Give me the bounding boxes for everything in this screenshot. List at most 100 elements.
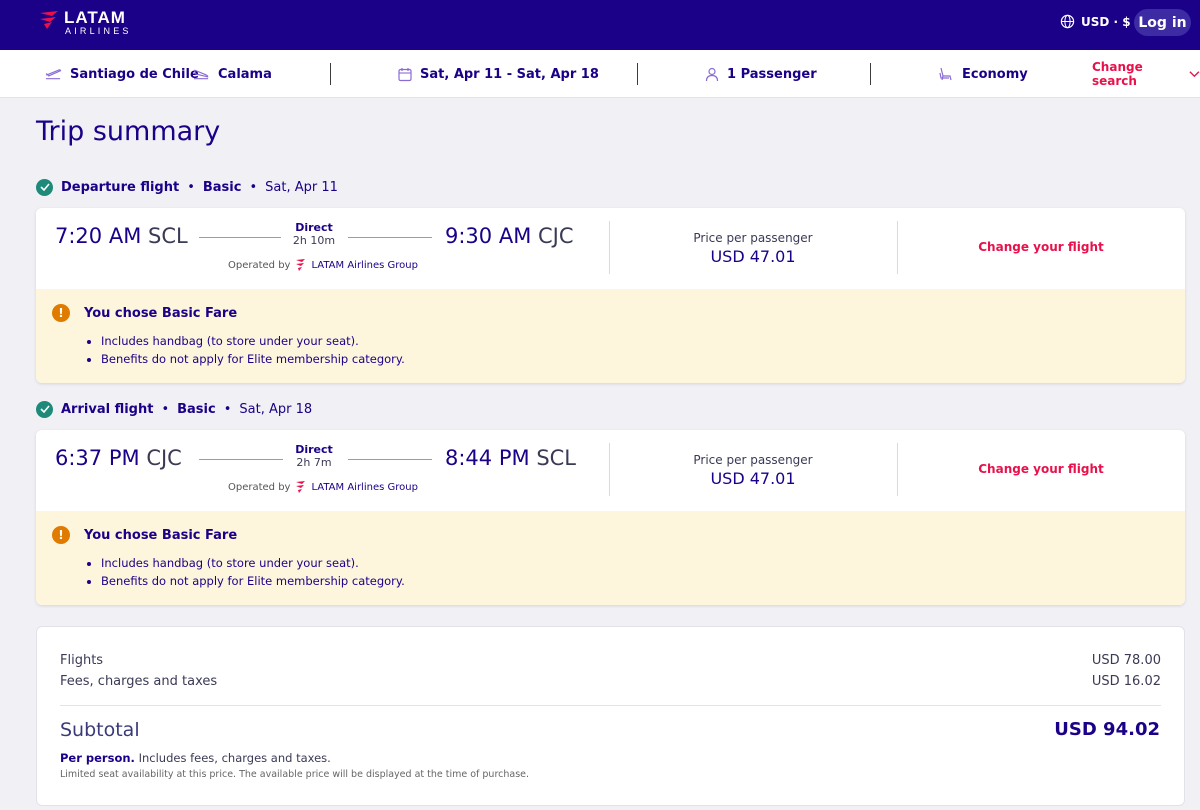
chevron-down-icon	[1189, 71, 1200, 78]
flight-type-label: Departure flight	[61, 179, 180, 195]
departure-time: 7:20 AM SCL	[55, 224, 188, 248]
fare-label: Basic	[202, 179, 242, 195]
direct-label: Direct	[295, 443, 333, 456]
latam-mini-logo-icon	[296, 481, 306, 493]
passengers-label: 1 Passenger	[727, 66, 817, 82]
change-search-button[interactable]: Change search	[1092, 50, 1200, 98]
flight-duration: Direct 2h 10m	[284, 221, 344, 247]
separator-dot: •	[223, 401, 232, 417]
price-summary-card: Flights USD 78.00 Fees, charges and taxe…	[36, 626, 1185, 806]
departure-section-header: Departure flight • Basic • Sat, Apr 11	[36, 177, 338, 197]
origin-field[interactable]: Santiago de Chile	[45, 50, 199, 98]
divider	[637, 63, 638, 85]
price-label: Price per passenger	[693, 231, 813, 245]
airport-code: SCL	[148, 224, 188, 248]
cabin-field[interactable]: Economy	[938, 50, 1028, 98]
dates-field[interactable]: Sat, Apr 11 - Sat, Apr 18	[398, 50, 599, 98]
change-flight-link[interactable]: Change your flight	[897, 240, 1185, 254]
login-button[interactable]: Log in	[1134, 9, 1191, 36]
route-line	[199, 459, 283, 460]
fees-value: USD 16.02	[1091, 674, 1161, 689]
flights-value: USD 78.00	[1091, 653, 1161, 668]
separator-dot: •	[161, 401, 170, 417]
separator-dot: •	[249, 179, 258, 195]
time-value: 6:37 PM	[55, 446, 140, 470]
per-person-note: Per person. Includes fees, charges and t…	[60, 751, 331, 765]
operated-by-label: Operated by	[228, 481, 291, 493]
calendar-icon	[398, 67, 412, 81]
operated-by-label: Operated by	[228, 259, 291, 271]
page-title: Trip summary	[36, 116, 221, 147]
check-circle-icon	[36, 400, 53, 418]
latam-logo[interactable]: LATAM AIRLINES	[38, 8, 138, 42]
search-summary-bar: Santiago de Chile Calama Sat, Apr 11 - S…	[0, 50, 1200, 98]
notice-list: Includes handbag (to store under your se…	[87, 334, 405, 370]
operated-by: Operated by LATAM Airlines Group	[228, 259, 418, 271]
route-line	[199, 237, 281, 238]
divider	[870, 63, 871, 85]
list-item: Benefits do not apply for Elite membersh…	[87, 352, 405, 370]
latam-mini-logo-icon	[296, 259, 306, 271]
passengers-field[interactable]: 1 Passenger	[705, 50, 817, 98]
per-person-text: Includes fees, charges and taxes.	[134, 751, 331, 765]
dates-label: Sat, Apr 11 - Sat, Apr 18	[420, 66, 599, 82]
departure-time: 6:37 PM CJC	[55, 446, 182, 470]
departure-flight-card: 7:20 AM SCL Direct 2h 10m 9:30 AM CJC Op…	[36, 208, 1185, 383]
basic-fare-notice: ! You chose Basic Fare Includes handbag …	[36, 511, 1185, 605]
currency-label: USD · $	[1081, 14, 1131, 29]
per-person-bold: Per person.	[60, 751, 135, 765]
availability-disclaimer: Limited seat availability at this price.…	[60, 769, 530, 780]
arrival-time: 9:30 AM CJC	[445, 224, 574, 248]
origin-label: Santiago de Chile	[70, 66, 199, 82]
cabin-label: Economy	[962, 66, 1028, 82]
fees-label: Fees, charges and taxes	[60, 674, 218, 689]
fare-label: Basic	[177, 401, 216, 417]
brand-name: LATAM	[64, 8, 126, 27]
list-item: Includes handbag (to store under your se…	[87, 334, 405, 352]
seat-icon	[939, 67, 952, 80]
airport-code: CJC	[538, 224, 574, 248]
person-icon	[705, 67, 719, 81]
warning-icon: !	[52, 304, 70, 322]
latam-logo-icon	[40, 11, 58, 29]
time-value: 7:20 AM	[55, 224, 142, 248]
arrival-time: 8:44 PM SCL	[445, 446, 576, 470]
flight-date: Sat, Apr 11	[265, 179, 338, 195]
route-line	[348, 237, 432, 238]
globe-icon	[1060, 14, 1075, 29]
check-circle-icon	[36, 178, 53, 196]
operated-by: Operated by LATAM Airlines Group	[228, 481, 418, 493]
flights-row: Flights USD 78.00	[60, 653, 1161, 668]
price-label: Price per passenger	[693, 453, 813, 467]
duration-value: 2h 7m	[296, 456, 332, 469]
list-item: Includes handbag (to store under your se…	[87, 556, 405, 574]
flights-label: Flights	[60, 653, 104, 668]
price-value: USD 47.01	[710, 469, 796, 488]
flight-date: Sat, Apr 18	[239, 401, 313, 417]
notice-title: You chose Basic Fare	[84, 306, 238, 321]
divider	[330, 63, 331, 85]
direct-label: Direct	[295, 221, 333, 234]
takeoff-icon	[45, 69, 62, 80]
notice-list: Includes handbag (to store under your se…	[87, 556, 405, 592]
destination-field[interactable]: Calama	[193, 50, 272, 98]
change-flight-link[interactable]: Change your flight	[897, 462, 1185, 476]
arrival-section-header: Arrival flight • Basic • Sat, Apr 18	[36, 399, 312, 419]
arrival-flight-card: 6:37 PM CJC Direct 2h 7m 8:44 PM SCL Ope…	[36, 430, 1185, 605]
time-value: 9:30 AM	[445, 224, 532, 248]
time-value: 8:44 PM	[445, 446, 530, 470]
airport-code: SCL	[536, 446, 577, 470]
basic-fare-notice: ! You chose Basic Fare Includes handbag …	[36, 289, 1185, 383]
route-line	[348, 459, 432, 460]
currency-selector[interactable]: USD · $	[1060, 14, 1131, 29]
subtotal-value: USD 94.02	[1054, 719, 1160, 740]
flight-duration: Direct 2h 7m	[284, 443, 344, 469]
duration-value: 2h 10m	[292, 234, 336, 247]
top-navigation-bar: LATAM AIRLINES USD · $ Log in	[0, 0, 1200, 50]
warning-icon: !	[52, 526, 70, 544]
price-value: USD 47.01	[710, 247, 796, 266]
divider	[60, 705, 1161, 706]
operator-name: LATAM Airlines Group	[311, 481, 418, 493]
destination-label: Calama	[218, 66, 272, 82]
change-search-label: Change search	[1092, 60, 1143, 88]
